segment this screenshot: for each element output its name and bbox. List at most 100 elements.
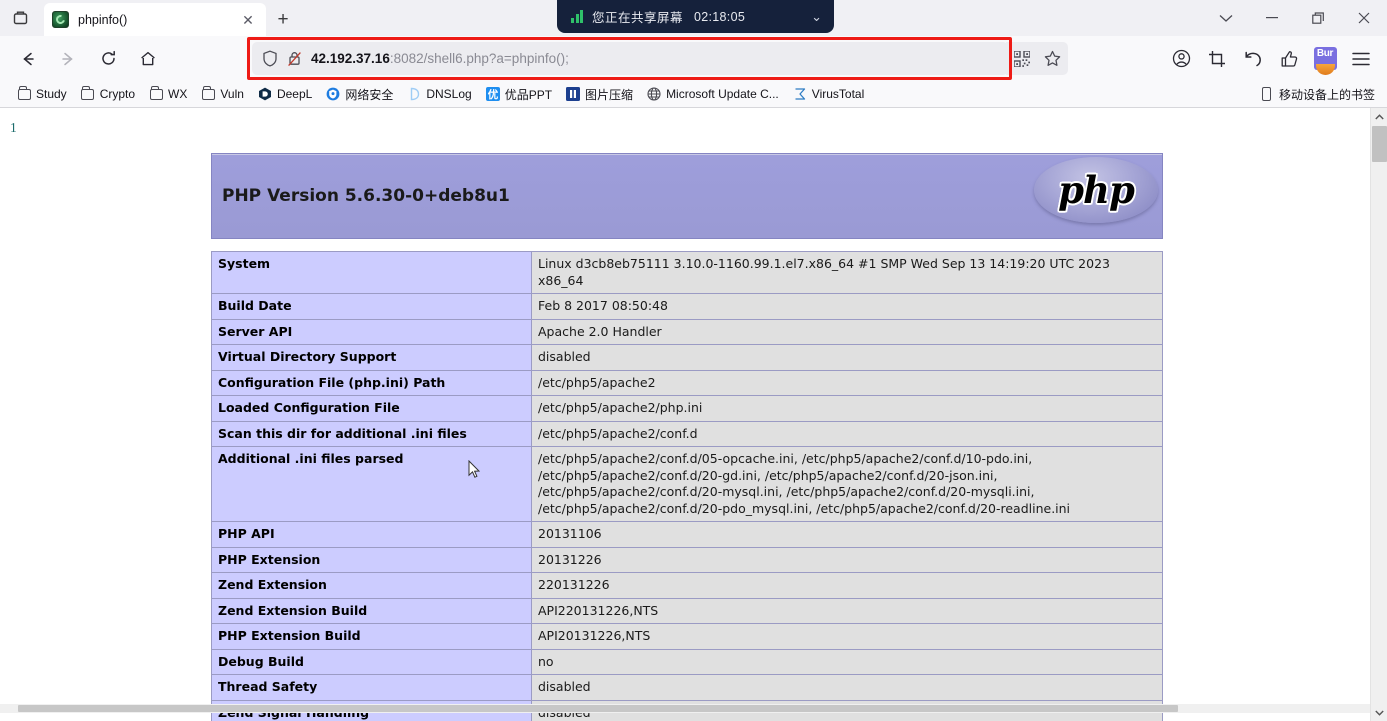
phpinfo-container: PHP Version 5.6.30-0+deb8u1 php System L…	[211, 153, 1163, 721]
bookmark-study[interactable]: Study	[10, 85, 74, 103]
shield-blue-icon	[326, 87, 340, 101]
table-row: Additional .ini files parsed /etc/php5/a…	[211, 446, 1163, 522]
bookmark-label: Crypto	[99, 87, 136, 101]
minimize-button[interactable]	[1249, 0, 1295, 36]
scroll-up-arrow-icon[interactable]	[1371, 108, 1387, 125]
table-row: PHP API 20131106	[211, 521, 1163, 548]
row-value: disabled	[531, 674, 1163, 701]
table-row: Loaded Configuration File /etc/php5/apac…	[211, 395, 1163, 422]
page-viewport: 1 PHP Version 5.6.30-0+deb8u1 php System…	[0, 108, 1387, 721]
row-key: Scan this dir for additional .ini files	[211, 420, 532, 447]
undo-arrow-icon[interactable]	[1236, 43, 1270, 75]
row-key: Configuration File (php.ini) Path	[211, 369, 532, 396]
back-button[interactable]	[10, 43, 46, 75]
bookmark-dnslog[interactable]: DNSLog	[400, 85, 478, 103]
table-row: Zend Extension Build API220131226,NTS	[211, 597, 1163, 624]
svg-text:优: 优	[487, 88, 498, 101]
folder-icon	[149, 86, 163, 101]
bookmark-image-compress[interactable]: 图片压缩	[559, 84, 640, 105]
deepl-icon	[258, 87, 272, 101]
bookmark-label: DNSLog	[426, 87, 472, 101]
bookmark-label: Microsoft Update C...	[666, 87, 779, 101]
phpinfo-header: PHP Version 5.6.30-0+deb8u1 php	[211, 153, 1163, 239]
reload-button[interactable]	[90, 43, 126, 75]
bookmark-youpin-ppt[interactable]: 优 优品PPT	[479, 84, 559, 105]
close-window-button[interactable]	[1341, 0, 1387, 36]
bookmark-star-icon[interactable]	[1042, 48, 1064, 70]
virustotal-icon	[793, 87, 807, 101]
row-value: /etc/php5/apache2/conf.d/05-opcache.ini,…	[531, 446, 1163, 522]
php-logo-icon: php	[1034, 157, 1158, 223]
row-value: /etc/php5/apache2/conf.d	[531, 420, 1163, 447]
table-row: Configuration File (php.ini) Path /etc/p…	[211, 369, 1163, 396]
browser-tab[interactable]: phpinfo() ✕	[44, 3, 266, 36]
bookmark-microsoft-update-catalog[interactable]: Microsoft Update C...	[640, 85, 786, 103]
account-icon[interactable]	[1164, 43, 1198, 75]
phpinfo-core-table: System Linux d3cb8eb75111 3.10.0-1160.99…	[211, 251, 1163, 721]
bookmark-crypto[interactable]: Crypto	[74, 85, 142, 103]
bookmark-label: Vuln	[220, 87, 244, 101]
bookmark-label: WX	[168, 87, 188, 101]
table-row: PHP Extension Build API20131226,NTS	[211, 623, 1163, 650]
table-row: Server API Apache 2.0 Handler	[211, 318, 1163, 345]
row-value: Linux d3cb8eb75111 3.10.0-1160.99.1.el7.…	[531, 251, 1163, 294]
screen-share-timer: 02:18:05	[694, 9, 746, 24]
tab-title: phpinfo()	[78, 12, 128, 27]
bookmark-virustotal[interactable]: VirusTotal	[786, 85, 871, 103]
pocket-thumb-icon[interactable]	[1272, 43, 1306, 75]
chevron-down-icon[interactable]: ⌄	[811, 9, 822, 25]
row-key: Build Date	[211, 293, 532, 320]
table-row: Virtual Directory Support disabled	[211, 344, 1163, 371]
new-tab-button[interactable]: +	[266, 3, 300, 36]
table-row: Zend Extension 220131226	[211, 572, 1163, 599]
bookmark-network-security[interactable]: 网络安全	[319, 84, 400, 105]
horizontal-scrollbar[interactable]	[0, 704, 1370, 713]
bookmark-label: DeepL	[276, 87, 313, 101]
bookmark-vuln[interactable]: Vuln	[194, 85, 251, 103]
restore-button[interactable]	[1295, 0, 1341, 36]
address-bar-highlight-box	[247, 37, 1012, 80]
row-value: Feb 8 2017 08:50:48	[531, 293, 1163, 320]
table-row: Debug Build no	[211, 648, 1163, 675]
vertical-scrollbar[interactable]	[1370, 108, 1387, 721]
screenshot-crop-icon[interactable]	[1200, 43, 1234, 75]
row-value: API220131226,NTS	[531, 597, 1163, 624]
vertical-scrollbar-thumb[interactable]	[1372, 126, 1387, 162]
screen-share-label: 您正在共享屏幕	[592, 11, 684, 25]
table-row: Build Date Feb 8 2017 08:50:48	[211, 293, 1163, 320]
close-tab-icon[interactable]: ✕	[238, 10, 258, 30]
row-key: PHP API	[211, 521, 532, 548]
burp-extension-icon[interactable]: Bur	[1308, 43, 1342, 75]
tab-list-dropdown-icon[interactable]	[1203, 0, 1249, 36]
screen-share-indicator[interactable]: 您正在共享屏幕 02:18:05 ⌄	[557, 0, 834, 33]
window-controls	[1203, 0, 1387, 36]
row-key: Loaded Configuration File	[211, 395, 532, 422]
horizontal-scrollbar-thumb[interactable]	[18, 705, 1178, 712]
row-key: PHP Extension	[211, 546, 532, 573]
row-key: Virtual Directory Support	[211, 344, 532, 371]
bookmark-deepl[interactable]: DeepL	[251, 85, 319, 103]
qr-code-icon[interactable]	[1011, 48, 1033, 70]
row-key: Thread Safety	[211, 674, 532, 701]
phpinfo-page: 1 PHP Version 5.6.30-0+deb8u1 php System…	[0, 108, 1370, 721]
mobile-bookmarks-label: 移动设备上的书签	[1278, 87, 1375, 102]
scroll-down-arrow-icon[interactable]	[1371, 704, 1387, 721]
image-compress-icon	[566, 87, 581, 101]
signal-bars-icon	[571, 10, 583, 23]
row-key: Additional .ini files parsed	[211, 446, 532, 522]
home-button[interactable]	[130, 43, 166, 75]
php-version-title: PHP Version 5.6.30-0+deb8u1	[222, 186, 510, 206]
mobile-bookmarks-item[interactable]: 移动设备上的书签	[1260, 86, 1375, 103]
bookmark-wx[interactable]: WX	[142, 85, 194, 103]
list-all-tabs-icon[interactable]	[0, 0, 40, 36]
row-value: Apache 2.0 Handler	[531, 318, 1163, 345]
row-value: API20131226,NTS	[531, 623, 1163, 650]
dnslog-icon	[407, 87, 421, 101]
globe-icon	[647, 87, 661, 101]
bookmark-label: 图片压缩	[585, 87, 634, 102]
table-row: Thread Safety disabled	[211, 674, 1163, 701]
app-menu-icon[interactable]	[1344, 43, 1378, 75]
bookmark-label: Study	[36, 87, 67, 101]
forward-button[interactable]	[50, 43, 86, 75]
address-bar-actions	[1006, 42, 1068, 75]
